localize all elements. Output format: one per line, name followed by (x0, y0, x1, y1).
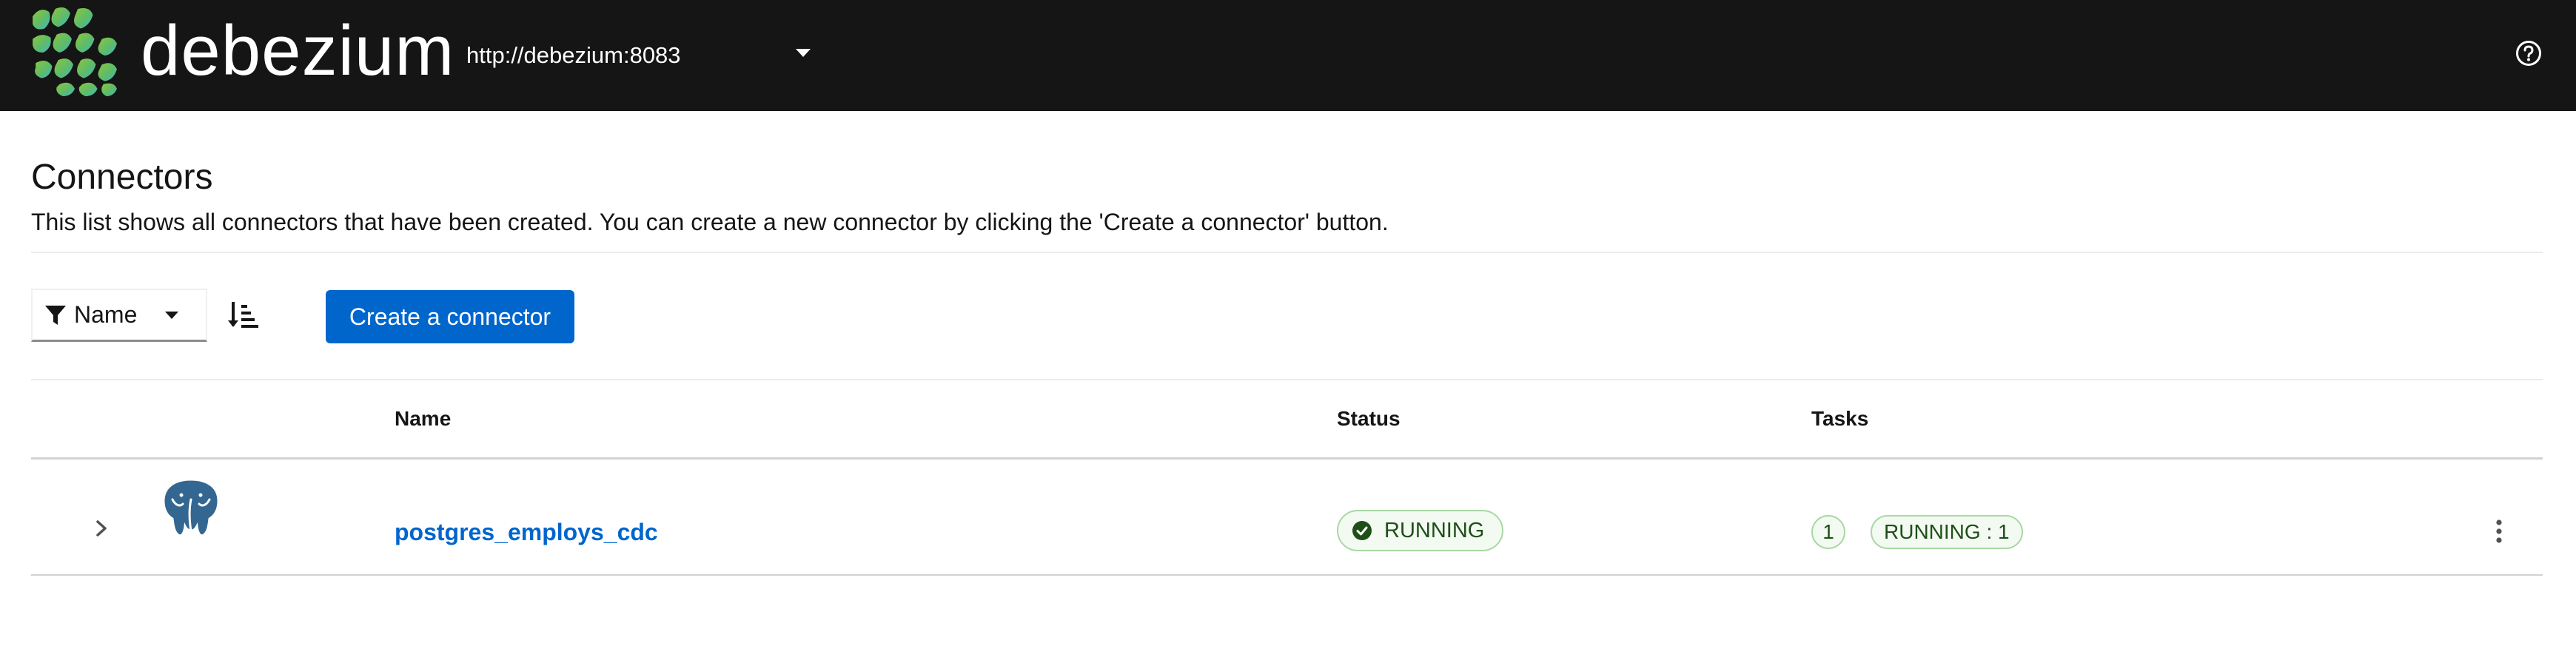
kebab-menu-icon[interactable] (2490, 518, 2508, 545)
debezium-logo-icon (33, 7, 117, 96)
table-row: postgres_employs_cdc RUNNING 1 RUNNING :… (31, 460, 2543, 574)
page-description: This list shows all connectors that have… (31, 209, 1389, 235)
brand-name: debezium (141, 11, 455, 90)
status-text: RUNNING (1384, 518, 1485, 542)
filter-label: Name (74, 301, 138, 328)
create-connector-button[interactable]: Create a connector (326, 290, 574, 343)
top-navbar: debezium http://debezium:8083 (0, 0, 2576, 111)
divider (31, 252, 2543, 253)
task-count-badge: 1 (1811, 515, 1845, 549)
column-header-tasks: Tasks (1811, 407, 1869, 430)
column-header-status: Status (1337, 407, 1401, 430)
chevron-right-icon[interactable] (90, 517, 113, 539)
caret-down-icon (796, 49, 811, 57)
filter-attribute-select[interactable]: Name (31, 289, 207, 342)
task-status-badge: RUNNING : 1 (1871, 515, 2023, 549)
help-icon[interactable] (2515, 39, 2543, 67)
column-header-name[interactable]: Name (395, 406, 451, 432)
cluster-url: http://debezium:8083 (466, 42, 681, 68)
sort-icon[interactable] (227, 299, 259, 332)
page-title: Connectors (31, 158, 213, 197)
status-badge: RUNNING (1337, 510, 1504, 551)
caret-down-icon (165, 312, 178, 319)
table-row-divider (31, 574, 2543, 576)
connector-name-link[interactable]: postgres_employs_cdc (395, 517, 658, 547)
check-circle-icon (1352, 521, 1372, 540)
filter-icon (45, 305, 66, 325)
cluster-select[interactable]: http://debezium:8083 (466, 30, 822, 81)
divider (31, 379, 2543, 380)
postgres-elephant-icon (162, 478, 220, 541)
